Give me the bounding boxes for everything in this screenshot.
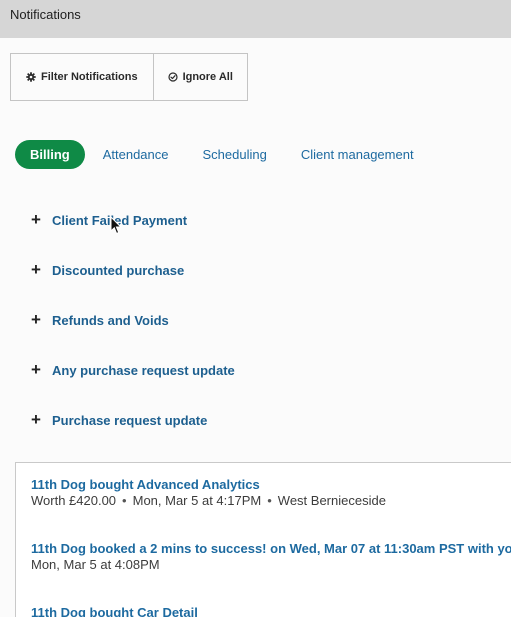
notification-title-link[interactable]: 11th Dog bought Advanced Analytics (31, 477, 386, 493)
notification-category-tabs: Billing Attendance Scheduling Client man… (15, 140, 414, 169)
check-circle-icon (167, 72, 178, 82)
expand-refunds-and-voids[interactable]: + Refunds and Voids (31, 307, 235, 333)
category-label: Discounted purchase (52, 262, 185, 278)
tab-attendance[interactable]: Attendance (103, 140, 169, 169)
notification-location: West Bernieceside (277, 493, 386, 508)
list-item: 11th Dog bought Advanced Analytics Worth… (31, 477, 386, 509)
window-titlebar: Notifications (0, 0, 511, 38)
notification-meta: Mon, Mar 5 at 4:08PM (31, 557, 511, 573)
expand-discounted-purchase[interactable]: + Discounted purchase (31, 257, 235, 283)
notification-feed: 11th Dog bought Advanced Analytics Worth… (15, 462, 511, 617)
expand-purchase-request-update[interactable]: + Purchase request update (31, 407, 235, 433)
category-label: Any purchase request update (52, 362, 235, 378)
plus-icon: + (31, 310, 41, 329)
separator-dot: • (267, 493, 272, 508)
billing-notification-types: + Client Failed Payment + Discounted pur… (31, 207, 235, 457)
plus-icon: + (31, 260, 41, 279)
plus-icon: + (31, 360, 41, 379)
ignore-all-button[interactable]: Ignore All (152, 54, 247, 100)
notification-worth: Worth £420.00 (31, 493, 117, 508)
filter-notifications-label: Filter Notifications (41, 71, 138, 83)
gear-icon (26, 72, 36, 82)
category-label: Refunds and Voids (52, 312, 169, 328)
expand-any-purchase-request-update[interactable]: + Any purchase request update (31, 357, 235, 383)
ignore-all-label: Ignore All (182, 71, 233, 83)
category-label: Purchase request update (52, 412, 208, 428)
plus-icon: + (31, 210, 41, 229)
notification-meta: Worth £420.00 • Mon, Mar 5 at 4:17PM • West … (31, 493, 386, 509)
separator-dot: • (122, 493, 127, 508)
notification-title-link[interactable]: 11th Dog booked a 2 mins to success! on … (31, 541, 511, 557)
list-item: 11th Dog bought Car Detail (31, 605, 198, 617)
tab-billing[interactable]: Billing (15, 140, 85, 169)
filter-notifications-button[interactable]: Filter Notifications (11, 54, 153, 100)
notification-date: Mon, Mar 5 at 4:17PM (132, 493, 262, 508)
notification-date: Mon, Mar 5 at 4:08PM (31, 557, 160, 572)
mouse-pointer-icon (110, 216, 122, 235)
expand-client-failed-payment[interactable]: + Client Failed Payment (31, 207, 235, 233)
tab-scheduling[interactable]: Scheduling (203, 140, 267, 169)
notifications-toolbar: Filter Notifications Ignore All (10, 53, 248, 101)
window-title: Notifications (10, 7, 81, 22)
plus-icon: + (31, 410, 41, 429)
notifications-page: Notifications Filter Notifications Ignor… (0, 0, 511, 617)
tab-client-management[interactable]: Client management (301, 140, 414, 169)
notification-title-link[interactable]: 11th Dog bought Car Detail (31, 605, 198, 617)
list-item: 11th Dog booked a 2 mins to success! on … (31, 541, 511, 573)
